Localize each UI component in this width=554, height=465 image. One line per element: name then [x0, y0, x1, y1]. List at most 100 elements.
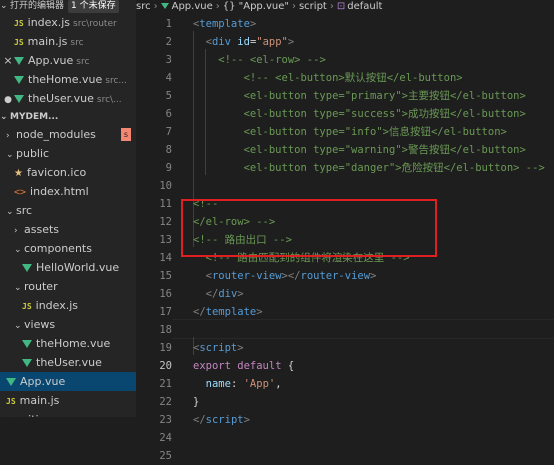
file-item[interactable]: theHome.vue — [0, 334, 136, 353]
tree-item-label: components — [24, 242, 92, 255]
code-line: </el-row> --> — [193, 213, 275, 231]
tree-item-label: public — [16, 147, 50, 160]
line-number: 11 — [159, 198, 172, 210]
line-number: 15 — [159, 270, 172, 282]
code-token: div — [211, 36, 231, 48]
file-item[interactable]: ◆.gitignore — [0, 410, 136, 417]
code-editor[interactable]: 1 <template> 2 <div id="app"> 3 <!-- <el-ro… — [136, 13, 554, 462]
folder-item[interactable]: ⌄ views — [0, 315, 136, 334]
folder-item[interactable]: ⌄ src — [0, 201, 136, 220]
line-number: 4 — [165, 72, 172, 84]
open-editor-item[interactable]: JS index.js src\router — [0, 13, 136, 32]
file-item[interactable]: JS index.js — [0, 296, 136, 315]
chevron-down-icon: ⌄ — [6, 207, 14, 217]
code-line: } — [193, 393, 199, 411]
code-token: </el-row> --> — [193, 216, 276, 228]
line-number: 13 — [159, 234, 172, 246]
folder-item[interactable]: ⌄ public — [0, 144, 136, 163]
line-number: 2 — [165, 36, 172, 48]
chevron-down-icon: ⌄ — [14, 321, 22, 331]
line-number: 22 — [159, 396, 172, 408]
folder-item[interactable]: ⌄ components — [0, 239, 136, 258]
vue-icon — [6, 378, 16, 386]
code-token: > — [237, 342, 244, 354]
file-item[interactable]: JS main.js — [0, 391, 136, 410]
project-header[interactable]: ⌄ MYDEM... — [0, 108, 136, 127]
code-line: <template> — [193, 15, 256, 33]
star-icon: ★ — [14, 168, 23, 179]
status-badge: s — [121, 128, 131, 141]
code-token: <el-button type="info">信息按钮</el-button> — [243, 126, 507, 138]
code-token: > — [287, 36, 295, 48]
close-icon[interactable]: × — [2, 51, 14, 70]
code-token: "app" — [256, 36, 288, 48]
code-line: <router-view></router-view> — [193, 267, 377, 285]
file-item[interactable]: HelloWorld.vue — [0, 258, 136, 277]
line-number: 16 — [159, 288, 172, 300]
tree-item-label: index.js — [35, 299, 79, 312]
folder-item[interactable]: › node_modules s — [0, 125, 136, 144]
code-line: <!-- <el-button>默认按钮</el-button> — [193, 69, 463, 87]
breadcrumb-item[interactable]: {} "App.vue" — [223, 1, 289, 12]
tree-item-label: theUser.vue — [36, 356, 102, 369]
line-number: 18 — [159, 324, 172, 336]
open-editor-item[interactable]: JS main.js src — [0, 32, 136, 51]
code-line: <script> — [193, 339, 244, 357]
open-editor-item[interactable]: ● theUser.vue src\... — [0, 89, 136, 108]
folder-item[interactable]: ⌄ router — [0, 277, 136, 296]
code-token: 'App' — [243, 378, 276, 390]
open-editor-name: main.js — [27, 35, 68, 48]
file-item[interactable]: App.vue — [0, 372, 136, 391]
file-item[interactable]: theUser.vue — [0, 353, 136, 372]
file-item[interactable]: ★ favicon.ico — [0, 163, 136, 182]
open-editor-item[interactable]: theHome.vue src... — [0, 70, 136, 89]
symbol-icon: ⊡ — [336, 1, 346, 12]
code-token: <el-button type="danger">危险按钮</el-button… — [243, 162, 545, 174]
code-token: > — [249, 18, 257, 30]
open-editor-path: src — [70, 38, 84, 48]
vue-icon — [14, 76, 24, 84]
open-editor-name: index.js — [27, 16, 71, 29]
line-number: 23 — [159, 414, 172, 426]
tree-item-label: .gitignore — [18, 413, 71, 417]
open-editor-name: theUser.vue — [28, 92, 94, 105]
code-token: script — [199, 342, 238, 354]
breadcrumb-item[interactable]: default — [347, 1, 382, 12]
open-editor-path: src\router — [73, 19, 117, 29]
code-line: <el-button type="primary">主要按钮</el-butto… — [193, 87, 526, 105]
code-token: router-view — [211, 270, 282, 282]
code-line: </script> — [193, 411, 250, 429]
folder-item[interactable]: › assets — [0, 220, 136, 239]
code-line: name: 'App', — [193, 375, 282, 393]
line-number: 7 — [165, 126, 172, 138]
code-token: <!-- <el-row> --> — [218, 54, 326, 66]
code-token: > — [256, 306, 263, 318]
code-line: <el-button type="danger">危险按钮</el-button… — [193, 159, 545, 177]
breadcrumb-item[interactable]: App.vue — [172, 1, 213, 12]
explorer-sidebar: ⌄ 打开的编辑器 1 个未保存 JS index.js src\router JS main… — [0, 0, 136, 417]
chevron-right-icon: › — [291, 1, 296, 12]
code-token: </ — [193, 414, 206, 426]
html-icon: <> — [14, 187, 27, 198]
open-editors-header[interactable]: ⌄ 打开的编辑器 1 个未保存 — [0, 0, 136, 13]
open-editor-name: App.vue — [28, 54, 74, 67]
unsaved-dot-icon[interactable]: ● — [2, 91, 14, 108]
breadcrumb: src › App.vue ›{} "App.vue" › script › ⊡ default — [136, 0, 554, 13]
js-icon: JS — [22, 302, 32, 311]
open-editor-item[interactable]: × App.vue src — [0, 51, 136, 70]
breadcrumb-item[interactable]: src — [136, 1, 151, 12]
code-token: : — [230, 378, 244, 390]
open-editors-title: 打开的编辑器 — [10, 1, 65, 11]
code-token: router-view — [300, 270, 371, 282]
chevron-down-icon: ⌄ — [14, 245, 22, 255]
line-number: 1 — [165, 18, 172, 30]
code-token: id — [237, 36, 250, 48]
code-token: <!-- 路由匹配到的组件将渲染在这里 --> — [205, 252, 410, 264]
breadcrumb-item[interactable]: script — [299, 1, 327, 12]
code-token: <!-- — [193, 198, 219, 210]
file-item[interactable]: <> index.html — [0, 182, 136, 201]
line-number: 17 — [159, 306, 172, 318]
